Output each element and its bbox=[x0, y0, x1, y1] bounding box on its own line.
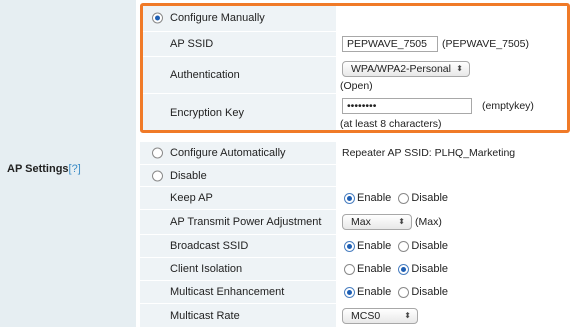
tx-power-select[interactable]: Max ⬍ bbox=[342, 214, 412, 230]
client-isolation-label: Client Isolation bbox=[170, 263, 243, 275]
keep-ap-value-cell: Enable Disable bbox=[336, 187, 574, 209]
encryption-key-note: (at least 8 characters) bbox=[340, 118, 442, 130]
authentication-default-hint: (Open) bbox=[340, 80, 373, 92]
multicast-rate-select[interactable]: MCS0 ⬍ bbox=[342, 308, 418, 324]
configure-manually-value-cell bbox=[336, 5, 574, 31]
encryption-key-default-hint: (emptykey) bbox=[482, 100, 534, 112]
configure-manually-label: Configure Manually bbox=[170, 12, 265, 24]
authentication-value-cell: WPA/WPA2-Personal ⬍ (Open) bbox=[336, 57, 574, 93]
broadcast-ssid-toggle: Enable Disable bbox=[344, 240, 448, 252]
configure-automatically-row: Configure Automatically Repeater AP SSID… bbox=[140, 142, 574, 164]
multicast-enhancement-value-cell: Enable Disable bbox=[336, 281, 574, 303]
disable-option-label: Disable bbox=[411, 240, 449, 252]
ap-ssid-default-hint: (PEPWAVE_7505) bbox=[442, 38, 529, 50]
repeater-ssid-info: Repeater AP SSID: PLHQ_Marketing bbox=[342, 147, 516, 159]
configure-manually-row: Configure Manually bbox=[140, 5, 574, 31]
enable-option-label: Enable bbox=[357, 240, 392, 252]
select-arrows-icon: ⬍ bbox=[404, 311, 411, 320]
authentication-select[interactable]: WPA/WPA2-Personal ⬍ bbox=[342, 61, 470, 77]
client-isolation-disable-radio[interactable] bbox=[398, 263, 410, 275]
configure-automatically-radio[interactable] bbox=[152, 147, 163, 159]
tx-power-row: AP Transmit Power Adjustment Max ⬍ (Max) bbox=[140, 210, 574, 234]
configure-manually-radio[interactable] bbox=[152, 12, 163, 24]
tx-power-label: AP Transmit Power Adjustment bbox=[170, 216, 322, 228]
authentication-label: Authentication bbox=[170, 69, 240, 81]
keep-ap-toggle: Enable Disable bbox=[344, 192, 448, 204]
ap-ssid-value-cell: PEPWAVE_7505 (PEPWAVE_7505) bbox=[336, 32, 574, 56]
disable-option-label: Disable bbox=[411, 192, 449, 204]
enable-option-label: Enable bbox=[357, 192, 392, 204]
disable-option-label: Disable bbox=[411, 286, 449, 298]
ap-ssid-row: AP SSID PEPWAVE_7505 (PEPWAVE_7505) bbox=[140, 32, 574, 56]
multicast-rate-value-cell: MCS0 ⬍ bbox=[336, 304, 574, 327]
broadcast-ssid-value-cell: Enable Disable bbox=[336, 235, 574, 257]
settings-label-column: AP Settings[?] bbox=[0, 0, 136, 327]
select-arrows-icon: ⬍ bbox=[398, 217, 405, 226]
ap-settings-label: AP Settings[?] bbox=[7, 163, 81, 175]
broadcast-ssid-row: Broadcast SSID Enable Disable bbox=[140, 235, 574, 257]
ap-ssid-label: AP SSID bbox=[170, 38, 214, 50]
broadcast-ssid-disable-radio[interactable] bbox=[398, 240, 410, 252]
multicast-enhancement-disable-radio[interactable] bbox=[398, 286, 410, 298]
ap-ssid-input[interactable]: PEPWAVE_7505 bbox=[342, 36, 438, 52]
multicast-enhancement-enable-radio[interactable] bbox=[344, 286, 355, 298]
tx-power-default-hint: (Max) bbox=[415, 216, 442, 228]
ap-settings-title: AP Settings bbox=[7, 163, 69, 175]
encryption-key-label: Encryption Key bbox=[170, 107, 244, 119]
disable-value-cell bbox=[336, 165, 574, 186]
multicast-enhancement-label: Multicast Enhancement bbox=[170, 286, 285, 298]
disable-row: Disable bbox=[140, 165, 574, 186]
enable-option-label: Enable bbox=[357, 286, 392, 298]
tx-power-selected: Max bbox=[351, 216, 371, 228]
tx-power-value-cell: Max ⬍ (Max) bbox=[336, 210, 574, 234]
keep-ap-disable-radio[interactable] bbox=[398, 192, 410, 204]
multicast-rate-selected: MCS0 bbox=[351, 310, 381, 322]
multicast-enhancement-toggle: Enable Disable bbox=[344, 286, 448, 298]
configure-automatically-value-cell: Repeater AP SSID: PLHQ_Marketing bbox=[336, 142, 574, 164]
multicast-rate-row: Multicast Rate MCS0 ⬍ bbox=[140, 304, 574, 327]
keep-ap-label: Keep AP bbox=[170, 192, 213, 204]
client-isolation-value-cell: Enable Disable bbox=[336, 258, 574, 280]
select-arrows-icon: ⬍ bbox=[456, 64, 463, 73]
encryption-key-input[interactable]: •••••••• bbox=[342, 98, 472, 114]
client-isolation-enable-radio[interactable] bbox=[344, 263, 355, 275]
client-isolation-row: Client Isolation Enable Disable bbox=[140, 258, 574, 280]
client-isolation-toggle: Enable Disable bbox=[344, 263, 448, 275]
broadcast-ssid-label: Broadcast SSID bbox=[170, 240, 249, 252]
multicast-rate-label: Multicast Rate bbox=[170, 309, 240, 322]
broadcast-ssid-enable-radio[interactable] bbox=[344, 240, 355, 252]
help-link[interactable]: [?] bbox=[69, 163, 81, 175]
disable-option-label: Disable bbox=[411, 263, 449, 275]
multicast-enhancement-row: Multicast Enhancement Enable Disable bbox=[140, 281, 574, 303]
enable-option-label: Enable bbox=[357, 263, 392, 275]
keep-ap-row: Keep AP Enable Disable bbox=[140, 187, 574, 209]
authentication-row: Authentication WPA/WPA2-Personal ⬍ (Open… bbox=[140, 57, 574, 93]
encryption-key-value-cell: •••••••• (emptykey) (at least 8 characte… bbox=[336, 94, 574, 132]
keep-ap-enable-radio[interactable] bbox=[344, 192, 355, 204]
disable-label: Disable bbox=[170, 169, 207, 182]
authentication-selected: WPA/WPA2-Personal bbox=[351, 63, 451, 75]
configure-automatically-label: Configure Automatically bbox=[170, 147, 286, 159]
disable-radio[interactable] bbox=[152, 170, 163, 181]
encryption-key-row: Encryption Key •••••••• (emptykey) (at l… bbox=[140, 94, 574, 132]
